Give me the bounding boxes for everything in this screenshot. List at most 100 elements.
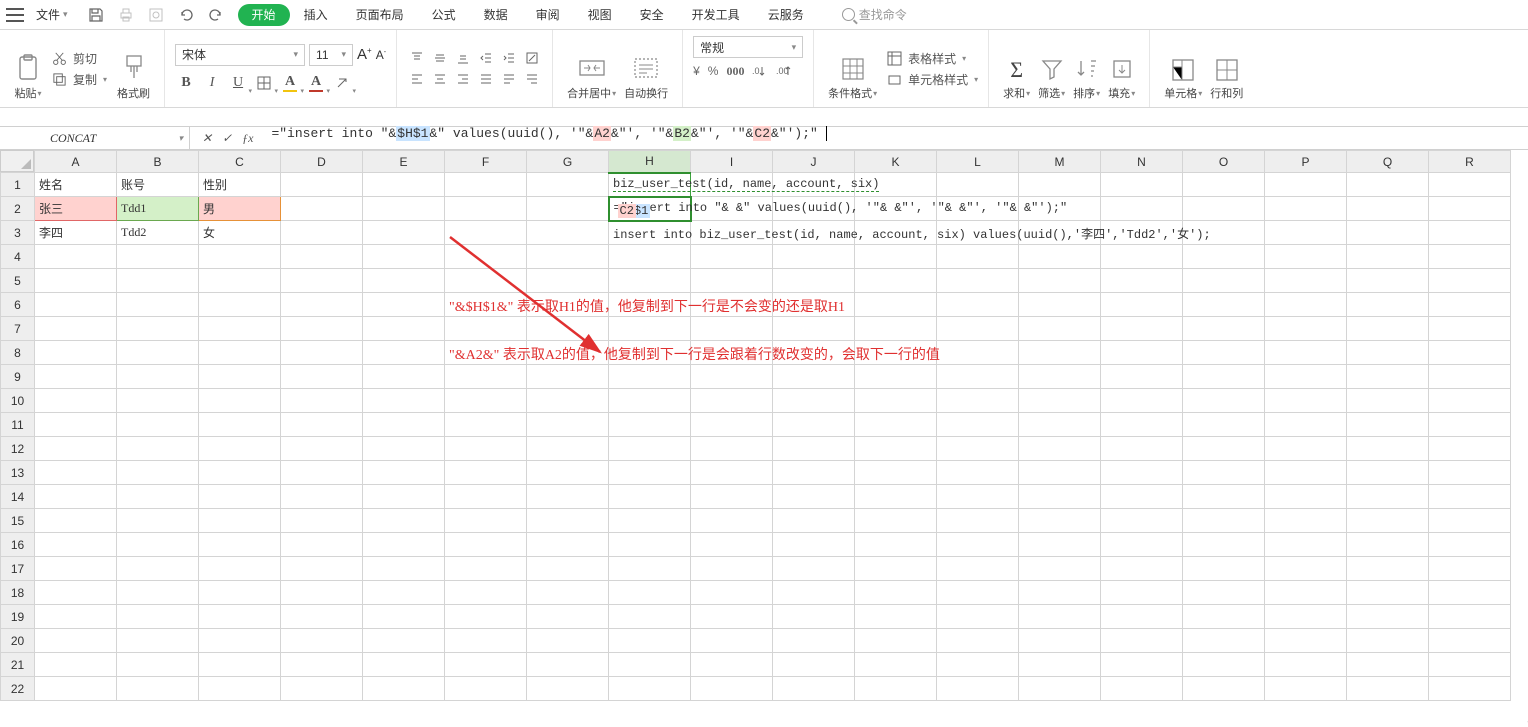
formula-input[interactable]: ="insert into "&$H$1&" values(uuid(), '"… (265, 126, 1528, 150)
cell[interactable] (937, 461, 1019, 485)
cell[interactable] (1265, 413, 1347, 437)
cell[interactable] (855, 293, 937, 317)
align-top-icon[interactable] (407, 49, 427, 67)
cell[interactable] (281, 221, 363, 245)
cell[interactable] (1265, 173, 1347, 197)
merge-center-button[interactable]: 合并居中▾ (563, 36, 620, 101)
cell[interactable] (855, 581, 937, 605)
cell[interactable] (773, 533, 855, 557)
cell[interactable] (773, 365, 855, 389)
cell[interactable] (1019, 605, 1101, 629)
cell[interactable] (937, 269, 1019, 293)
cell[interactable] (1019, 317, 1101, 341)
cell[interactable] (281, 605, 363, 629)
decrease-decimal-icon[interactable]: .00 (776, 64, 792, 81)
cell[interactable] (1347, 317, 1429, 341)
cell[interactable] (35, 509, 117, 533)
row-header[interactable]: 14 (1, 485, 35, 509)
cell[interactable] (1183, 341, 1265, 365)
cell[interactable] (1347, 677, 1429, 701)
currency-icon[interactable]: ¥▾ (693, 64, 700, 81)
cell[interactable] (855, 605, 937, 629)
row-header[interactable]: 12 (1, 437, 35, 461)
cell[interactable] (691, 365, 773, 389)
percent-icon[interactable]: % (708, 64, 719, 81)
cell[interactable] (937, 605, 1019, 629)
italic-icon[interactable]: I (201, 72, 223, 94)
cell[interactable] (1347, 197, 1429, 221)
row-header[interactable]: 1 (1, 173, 35, 197)
cell[interactable]: 张三 (35, 197, 117, 221)
cell[interactable] (1347, 653, 1429, 677)
cell[interactable] (773, 677, 855, 701)
cell[interactable] (527, 413, 609, 437)
col-C[interactable]: C (199, 151, 281, 173)
cell[interactable] (445, 389, 527, 413)
cell[interactable] (855, 317, 937, 341)
cell[interactable] (1101, 413, 1183, 437)
cell[interactable] (1265, 197, 1347, 221)
cell[interactable] (1429, 245, 1511, 269)
cell[interactable] (527, 677, 609, 701)
cell[interactable] (855, 437, 937, 461)
row-header[interactable]: 9 (1, 365, 35, 389)
cell[interactable] (199, 413, 281, 437)
cell[interactable] (1101, 581, 1183, 605)
cell[interactable] (1101, 437, 1183, 461)
wrap-text-button[interactable]: 自动换行 (620, 36, 672, 101)
cell[interactable] (691, 245, 773, 269)
cell[interactable] (1101, 629, 1183, 653)
cell[interactable] (117, 557, 199, 581)
cell[interactable] (1347, 437, 1429, 461)
cell[interactable] (363, 413, 445, 437)
cell[interactable] (363, 293, 445, 317)
cell[interactable] (691, 533, 773, 557)
cell[interactable] (937, 293, 1019, 317)
cell[interactable] (937, 629, 1019, 653)
cell[interactable] (35, 341, 117, 365)
cell[interactable] (527, 365, 609, 389)
col-F[interactable]: F (445, 151, 527, 173)
cell[interactable] (199, 509, 281, 533)
cell[interactable] (35, 317, 117, 341)
cell[interactable] (117, 485, 199, 509)
cell[interactable] (773, 605, 855, 629)
cell[interactable] (35, 677, 117, 701)
tab-start[interactable]: 开始 (238, 4, 290, 26)
row-header[interactable]: 17 (1, 557, 35, 581)
justify-icon[interactable] (476, 70, 496, 88)
increase-font-icon[interactable]: A+ (357, 46, 372, 63)
cell[interactable] (117, 605, 199, 629)
cell[interactable] (1183, 461, 1265, 485)
cell[interactable] (527, 629, 609, 653)
cell[interactable] (199, 605, 281, 629)
cell[interactable] (1265, 605, 1347, 629)
cell[interactable] (1429, 653, 1511, 677)
row-header[interactable]: 13 (1, 461, 35, 485)
cell[interactable] (1101, 269, 1183, 293)
cell[interactable] (1101, 557, 1183, 581)
cell[interactable] (1101, 509, 1183, 533)
cell[interactable] (117, 317, 199, 341)
cell[interactable]: 姓名 (35, 173, 117, 197)
cell[interactable] (1347, 461, 1429, 485)
cell[interactable] (1183, 293, 1265, 317)
cell[interactable] (35, 653, 117, 677)
cell[interactable] (1265, 581, 1347, 605)
cell[interactable] (937, 173, 1019, 197)
cell[interactable] (35, 389, 117, 413)
cell[interactable] (1019, 485, 1101, 509)
row-header[interactable]: 19 (1, 605, 35, 629)
redo-icon[interactable] (208, 7, 224, 23)
cell[interactable] (1019, 269, 1101, 293)
cell[interactable] (35, 557, 117, 581)
cell[interactable] (527, 605, 609, 629)
cell[interactable] (1429, 461, 1511, 485)
cell[interactable] (445, 581, 527, 605)
cell[interactable] (855, 653, 937, 677)
cell[interactable] (527, 389, 609, 413)
cell[interactable] (1183, 581, 1265, 605)
increase-decimal-icon[interactable]: .0 (752, 64, 768, 81)
cell[interactable] (1429, 173, 1511, 197)
cell[interactable] (1101, 245, 1183, 269)
